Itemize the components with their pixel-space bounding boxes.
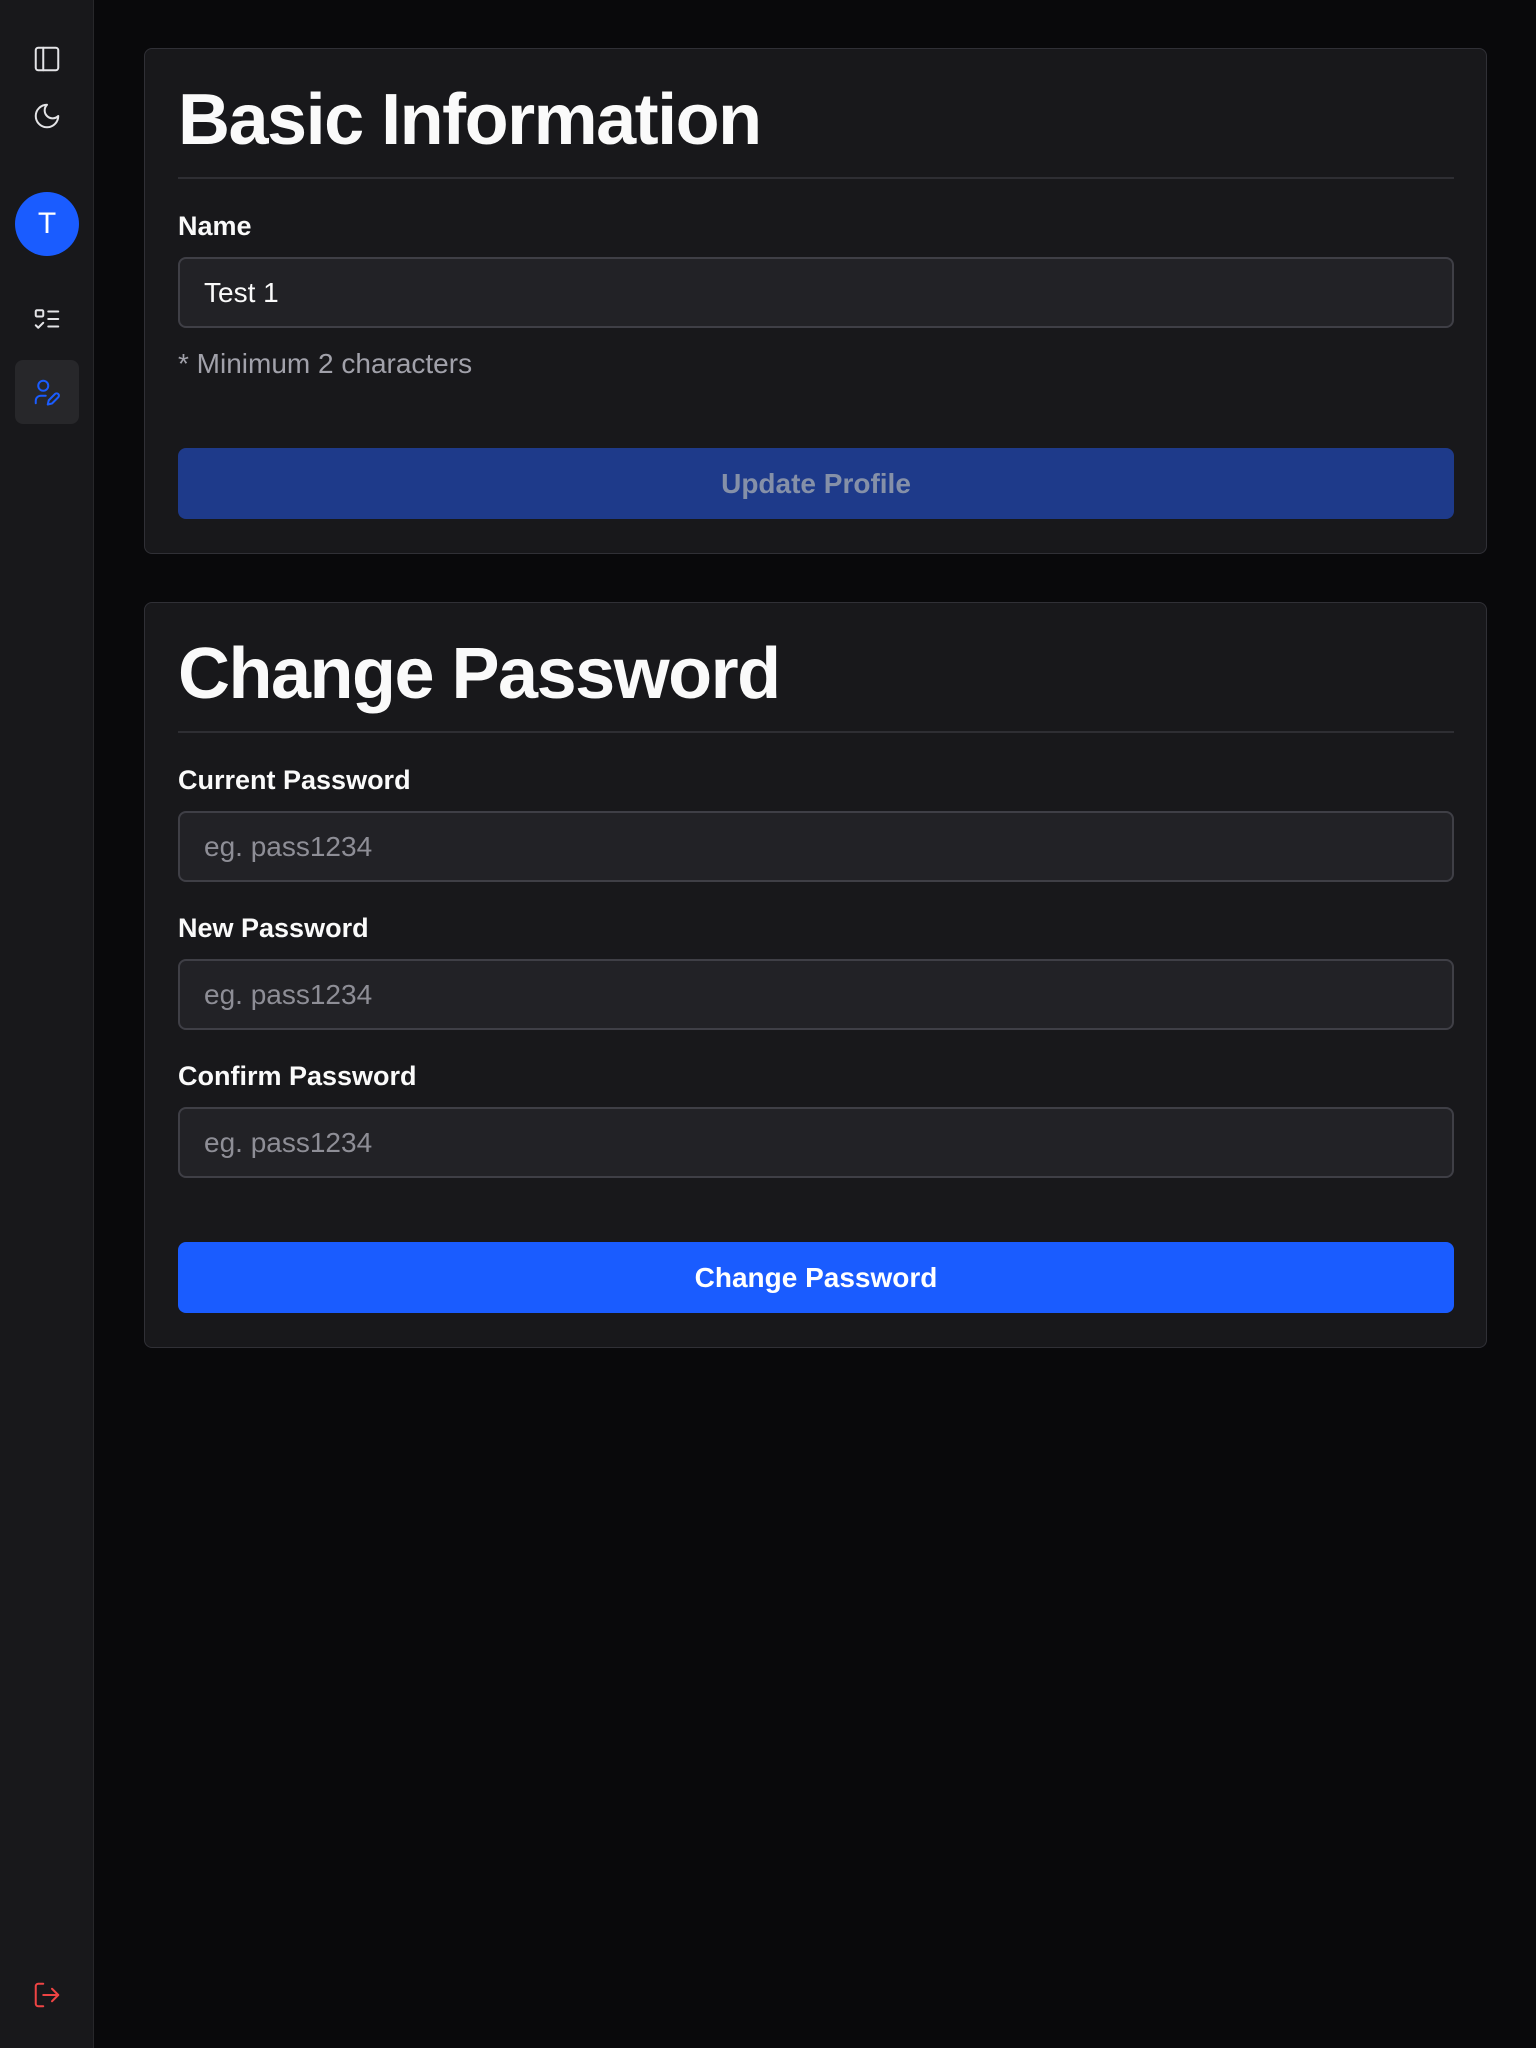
confirm-password-label: Confirm Password — [178, 1061, 417, 1091]
sidebar: T — [0, 0, 94, 2048]
confirm-password-input[interactable] — [178, 1107, 1454, 1178]
new-password-label: New Password — [178, 913, 369, 943]
moon-icon — [34, 103, 60, 129]
change-password-card: Change Password Current Password New Pas… — [144, 602, 1487, 1348]
sidebar-item-profile[interactable] — [15, 360, 79, 424]
name-input[interactable] — [178, 257, 1454, 328]
avatar[interactable]: T — [15, 192, 79, 256]
change-password-title: Change Password — [178, 634, 781, 714]
list-checks-icon — [34, 309, 60, 329]
panel-left-icon — [34, 46, 60, 72]
name-label: Name — [178, 211, 252, 241]
update-profile-button[interactable]: Update Profile — [178, 448, 1454, 519]
basic-information-card: Basic Information Name * Minimum 2 chara… — [144, 48, 1487, 554]
user-pen-icon — [34, 379, 60, 406]
name-hint: * Minimum 2 characters — [178, 348, 473, 379]
log-out-icon — [34, 1982, 60, 2008]
theme-toggle-button[interactable] — [15, 84, 79, 148]
toggle-sidebar-button[interactable] — [15, 27, 79, 91]
divider — [178, 731, 1454, 733]
change-password-button[interactable]: Change Password — [178, 1242, 1454, 1313]
sidebar-item-tasks[interactable] — [15, 287, 79, 351]
current-password-input[interactable] — [178, 811, 1454, 882]
current-password-label: Current Password — [178, 765, 411, 795]
new-password-input[interactable] — [178, 959, 1454, 1030]
logout-button[interactable] — [15, 1963, 79, 2027]
divider — [178, 177, 1454, 179]
basic-information-title: Basic Information — [178, 80, 762, 160]
